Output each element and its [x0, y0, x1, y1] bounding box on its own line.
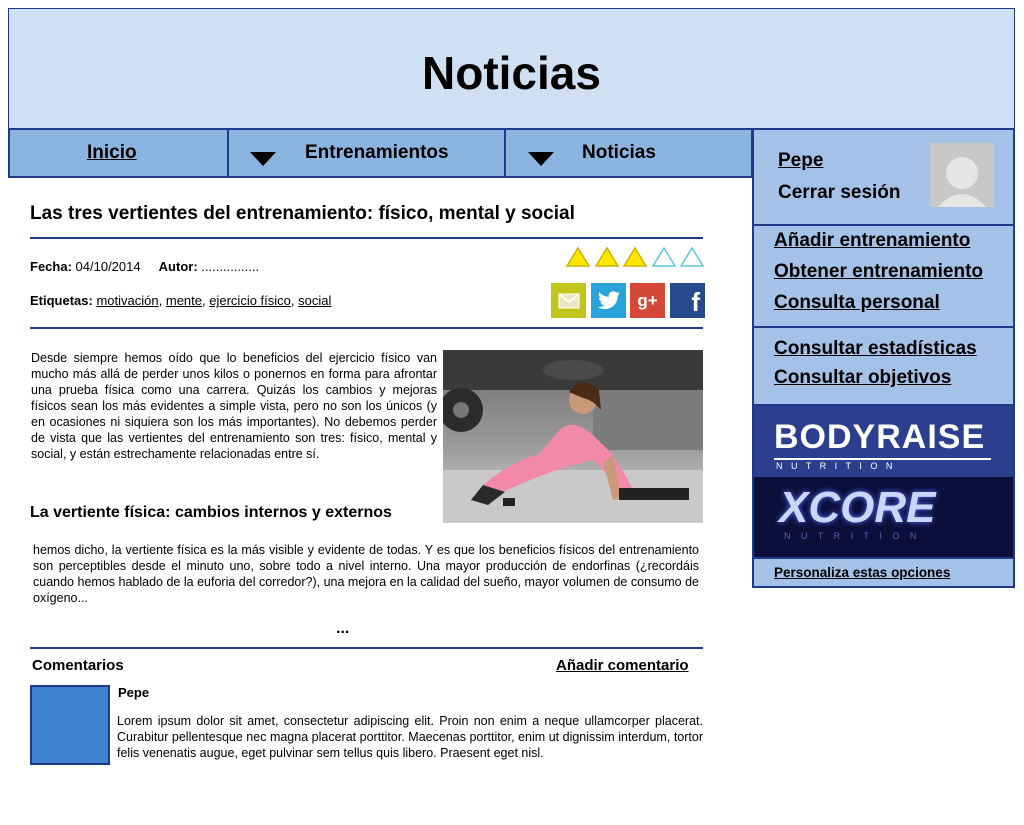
- google-plus-share-button[interactable]: g+: [630, 283, 665, 318]
- bodyraise-subtitle: N U T R I T I O N: [776, 461, 896, 471]
- user-panel: Pepe Cerrar sesión: [754, 130, 1013, 226]
- comment-avatar: [30, 685, 110, 765]
- article-intro: Desde siempre hemos oído que lo benefici…: [31, 351, 437, 461]
- user-avatar: [930, 143, 994, 207]
- rating-star-filled-icon[interactable]: [565, 246, 591, 268]
- twitter-icon: [597, 290, 620, 309]
- nav-item-noticias[interactable]: Noticias: [582, 130, 656, 176]
- xcore-logo-text: XCORE: [779, 483, 936, 532]
- facebook-share-button[interactable]: f: [670, 283, 705, 318]
- article-subheading: La vertiente física: cambios internos y …: [30, 504, 392, 521]
- sidebar-item-objectives[interactable]: Consultar objetivos: [774, 367, 951, 389]
- comment-author: Pepe: [118, 685, 150, 700]
- sidebar-item-get-training[interactable]: Obtener entrenamiento: [774, 261, 983, 283]
- comment-text: Lorem ipsum dolor sit amet, consectetur …: [117, 714, 703, 760]
- sidebar-item-personal-query[interactable]: Consulta personal: [774, 292, 940, 314]
- customize-options-link[interactable]: Personaliza estas opciones: [774, 565, 950, 580]
- mail-icon: [558, 292, 579, 308]
- page-title: Noticias: [422, 47, 601, 99]
- nav-divider: [227, 130, 229, 176]
- sidebar: Pepe Cerrar sesión Añadir entrenamiento …: [752, 128, 1015, 588]
- comments-heading: Comentarios: [32, 657, 124, 674]
- nav-divider: [504, 130, 506, 176]
- sidebar-divider: [754, 224, 1013, 226]
- page-header: Noticias: [8, 8, 1015, 129]
- author-value: ................: [201, 259, 260, 274]
- add-comment-link[interactable]: Añadir comentario: [556, 657, 689, 674]
- twitter-share-button[interactable]: [591, 283, 626, 318]
- sidebar-footer: Personaliza estas opciones: [754, 559, 1013, 586]
- rating-star-filled-icon[interactable]: [622, 246, 648, 268]
- date-value: 04/10/2014: [75, 259, 141, 274]
- tag-link[interactable]: motivación: [96, 293, 158, 308]
- author-label: Autor:: [158, 259, 198, 274]
- divider: [30, 327, 703, 329]
- date-label: Fecha:: [30, 259, 72, 274]
- user-name-link[interactable]: Pepe: [778, 150, 823, 172]
- chevron-down-icon[interactable]: [250, 152, 276, 166]
- banner-rule: [774, 458, 991, 460]
- article-photo: [443, 350, 703, 523]
- article-meta: Fecha: 04/10/2014 Autor: ...............…: [30, 259, 259, 274]
- tag-link[interactable]: mente: [166, 293, 202, 308]
- sidebar-divider: [754, 326, 1013, 328]
- rating-star-empty-icon[interactable]: [679, 246, 705, 268]
- article-title: Las tres vertientes del entrenamiento: f…: [30, 203, 575, 224]
- logout-link[interactable]: Cerrar sesión: [778, 182, 901, 204]
- article-body: hemos dicho, la vertiente física es la m…: [33, 543, 699, 605]
- read-more-ellipsis[interactable]: ...: [336, 620, 349, 638]
- bodyraise-banner[interactable]: BODYRAISE N U T R I T I O N: [754, 406, 1013, 477]
- divider: [30, 647, 703, 649]
- google-plus-icon: g+: [637, 290, 658, 310]
- article-tags: Etiquetas: motivación, mente, ejercicio …: [30, 293, 331, 308]
- nav-item-inicio[interactable]: Inicio: [87, 130, 137, 176]
- nav-item-entrenamientos[interactable]: Entrenamientos: [305, 130, 449, 176]
- rating-star-empty-icon[interactable]: [651, 246, 677, 268]
- facebook-icon: f: [691, 287, 700, 317]
- tag-link[interactable]: ejercicio físico: [209, 293, 291, 308]
- bodyraise-logo-text: BODYRAISE: [774, 418, 986, 456]
- tag-separator: ,: [290, 293, 295, 308]
- mail-share-button[interactable]: [551, 283, 586, 318]
- user-avatar-icon: [938, 157, 986, 207]
- sidebar-item-statistics[interactable]: Consultar estadísticas: [774, 338, 977, 360]
- xcore-subtitle: N U T R I T I O N: [784, 531, 921, 541]
- divider: [30, 237, 703, 239]
- chevron-down-icon[interactable]: [528, 152, 554, 166]
- tag-link[interactable]: social: [298, 293, 331, 308]
- rating-star-filled-icon[interactable]: [594, 246, 620, 268]
- main-nav: Inicio Entrenamientos Noticias: [8, 128, 753, 178]
- sidebar-item-add-training[interactable]: Añadir entrenamiento: [774, 230, 970, 252]
- xcore-banner[interactable]: XCORE N U T R I T I O N: [754, 477, 1013, 557]
- tags-label: Etiquetas:: [30, 293, 93, 308]
- gym-photo-image: [443, 350, 703, 523]
- nav-inicio-link[interactable]: Inicio: [87, 142, 137, 164]
- tag-separator: ,: [202, 293, 206, 308]
- tag-separator: ,: [158, 293, 163, 308]
